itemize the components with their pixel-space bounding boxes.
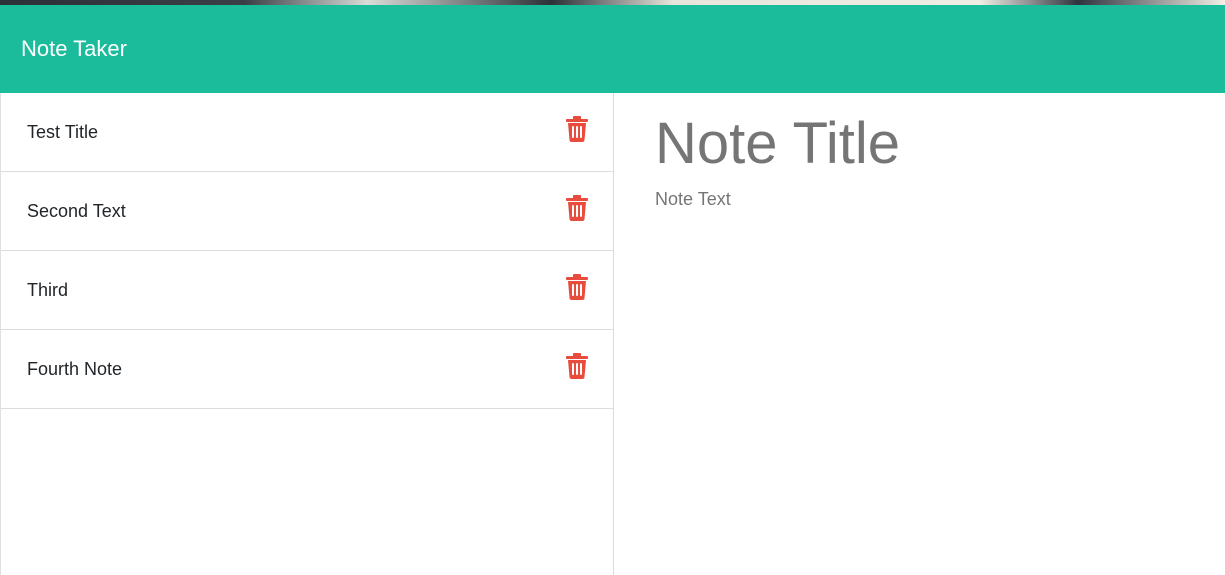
- trash-icon[interactable]: [566, 116, 588, 142]
- note-list-item[interactable]: Test Title: [1, 93, 613, 172]
- note-list-item[interactable]: Second Text: [1, 172, 613, 251]
- trash-icon[interactable]: [566, 353, 588, 379]
- trash-icon[interactable]: [566, 195, 588, 221]
- note-item-title[interactable]: Fourth Note: [27, 359, 122, 380]
- trash-icon[interactable]: [566, 274, 588, 300]
- notes-sidebar: Test Title Second Text Third Fourth Note: [0, 93, 614, 575]
- note-text-textarea[interactable]: [655, 189, 1215, 489]
- note-list-item[interactable]: Third: [1, 251, 613, 330]
- note-title-input[interactable]: [655, 111, 1215, 177]
- note-list: Test Title Second Text Third Fourth Note: [1, 93, 613, 409]
- brand-link[interactable]: Note Taker: [21, 36, 127, 62]
- note-item-title[interactable]: Third: [27, 280, 68, 301]
- note-list-item[interactable]: Fourth Note: [1, 330, 613, 409]
- note-item-title[interactable]: Second Text: [27, 201, 126, 222]
- note-item-title[interactable]: Test Title: [27, 122, 98, 143]
- note-editor: [614, 93, 1225, 575]
- navbar: Note Taker: [0, 5, 1225, 93]
